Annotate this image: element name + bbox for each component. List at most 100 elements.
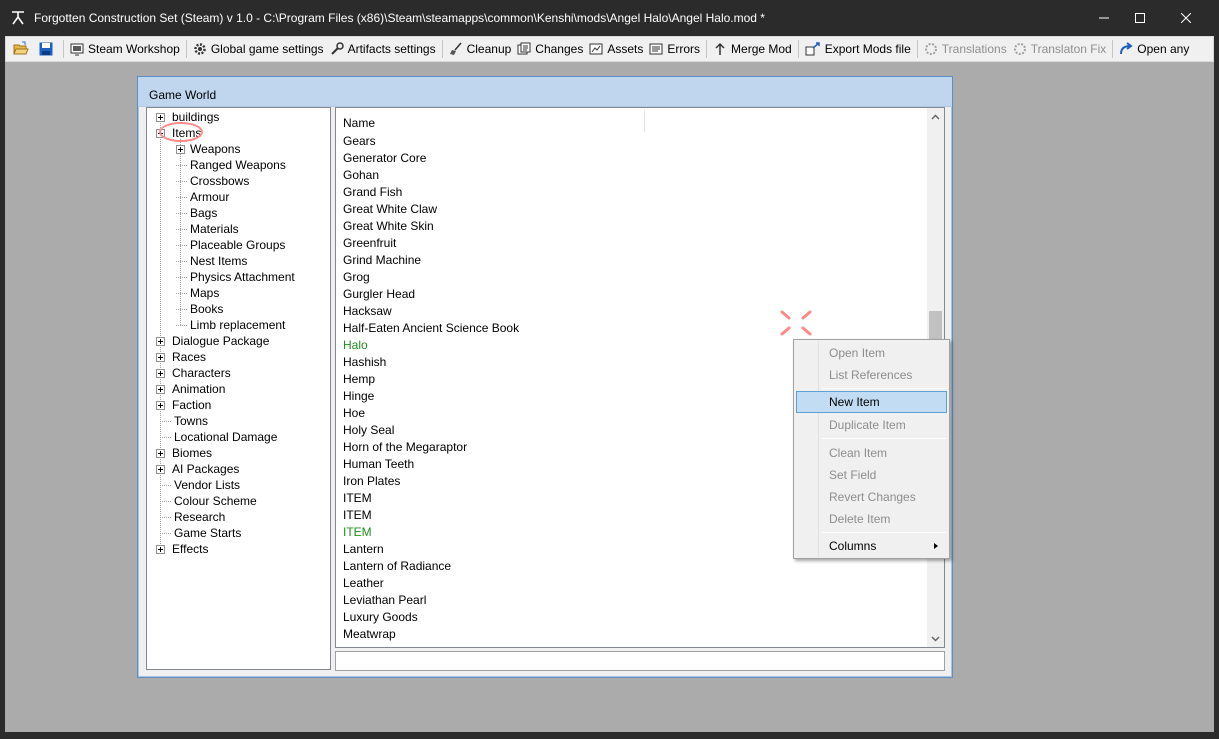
list-item[interactable]: Meatwrap bbox=[343, 626, 396, 643]
expand-icon[interactable] bbox=[156, 448, 165, 458]
list-item[interactable]: Human Teeth bbox=[343, 456, 414, 473]
tree-node-items-child[interactable]: Armour bbox=[176, 189, 231, 205]
list-item[interactable]: Leather bbox=[343, 575, 384, 592]
expand-icon[interactable] bbox=[156, 544, 165, 554]
assets-button[interactable]: Assets bbox=[586, 38, 646, 60]
child-window-titlebar[interactable]: Game World bbox=[138, 77, 952, 107]
tree-node-root[interactable]: Biomes bbox=[156, 445, 214, 461]
list-item[interactable]: ITEM bbox=[343, 507, 372, 524]
tree-node-buildings[interactable]: buildings bbox=[156, 109, 221, 125]
list-item[interactable]: Hacksaw bbox=[343, 303, 392, 320]
scroll-up-icon[interactable] bbox=[927, 108, 944, 125]
open-any-button[interactable]: Open any bbox=[1116, 38, 1192, 60]
category-tree[interactable]: buildings Items Weapons Ranged Weapons Cro… bbox=[146, 107, 331, 670]
list-item[interactable]: Gurgler Head bbox=[343, 286, 415, 303]
tree-node-root[interactable]: AI Packages bbox=[156, 461, 241, 477]
collapse-icon[interactable] bbox=[156, 128, 165, 138]
artifacts-settings-button[interactable]: Artifacts settings bbox=[327, 38, 439, 60]
tree-node-root[interactable]: Animation bbox=[156, 381, 227, 397]
tree-node-items-child[interactable]: Crossbows bbox=[176, 173, 251, 189]
filter-input[interactable] bbox=[335, 651, 945, 671]
merge-mod-button[interactable]: Merge Mod bbox=[710, 38, 795, 60]
translations-button[interactable]: Translations bbox=[921, 38, 1010, 60]
tree-node-root[interactable]: Game Starts bbox=[156, 525, 243, 541]
tree-node-root[interactable]: Faction bbox=[156, 397, 213, 413]
list-item[interactable]: Lantern of Radiance bbox=[343, 558, 451, 575]
list-item[interactable]: Lantern bbox=[343, 541, 384, 558]
menu-new-item[interactable]: New Item bbox=[796, 391, 947, 413]
menu-open-item[interactable]: Open Item bbox=[796, 342, 947, 364]
list-item[interactable]: Hoe bbox=[343, 405, 365, 422]
list-item[interactable]: Gohan bbox=[343, 167, 379, 184]
list-item[interactable]: Hashish bbox=[343, 354, 386, 371]
tree-node-items-child[interactable]: Ranged Weapons bbox=[176, 157, 288, 173]
global-settings-button[interactable]: Global game settings bbox=[190, 38, 327, 60]
list-item[interactable]: Greenfruit bbox=[343, 235, 396, 252]
errors-button[interactable]: Errors bbox=[646, 38, 703, 60]
expand-icon[interactable] bbox=[156, 384, 165, 394]
list-item[interactable]: ITEM bbox=[343, 524, 372, 541]
tree-node-items-child[interactable]: Maps bbox=[176, 285, 221, 301]
menu-delete-item[interactable]: Delete Item bbox=[796, 508, 947, 530]
tree-node-items-child[interactable]: Limb replacement bbox=[176, 317, 287, 333]
menu-revert-changes[interactable]: Revert Changes bbox=[796, 486, 947, 508]
tree-node-items-child[interactable]: Materials bbox=[176, 221, 241, 237]
export-mods-button[interactable]: Export Mods file bbox=[802, 38, 914, 60]
tree-node-items[interactable]: Items bbox=[156, 125, 203, 141]
menu-clean-item[interactable]: Clean Item bbox=[796, 442, 947, 464]
tree-node-root[interactable]: Races bbox=[156, 349, 208, 365]
tree-node-root[interactable]: Research bbox=[156, 509, 227, 525]
menu-duplicate-item[interactable]: Duplicate Item bbox=[796, 414, 947, 436]
list-item[interactable]: Halo bbox=[343, 337, 368, 354]
menu-list-references[interactable]: List References bbox=[796, 364, 947, 386]
list-item[interactable]: ITEM bbox=[343, 490, 372, 507]
list-item[interactable]: Half-Eaten Ancient Science Book bbox=[343, 320, 519, 337]
close-icon[interactable] bbox=[1163, 0, 1209, 36]
cleanup-button[interactable]: Cleanup bbox=[446, 38, 515, 60]
expand-icon[interactable] bbox=[156, 400, 165, 410]
menu-set-field[interactable]: Set Field bbox=[796, 464, 947, 486]
tree-node-items-child[interactable]: Bags bbox=[176, 205, 219, 221]
steam-workshop-button[interactable]: Steam Workshop bbox=[67, 38, 183, 60]
column-header-name[interactable]: Name bbox=[343, 116, 375, 130]
menu-columns[interactable]: Columns bbox=[796, 535, 947, 557]
list-item[interactable]: Great White Skin bbox=[343, 218, 434, 235]
list-item[interactable]: Horn of the Megaraptor bbox=[343, 439, 467, 456]
expand-icon[interactable] bbox=[176, 144, 185, 154]
save-button[interactable] bbox=[36, 38, 60, 60]
tree-node-root[interactable]: Towns bbox=[156, 413, 210, 429]
tree-node-items-child[interactable]: Placeable Groups bbox=[176, 237, 287, 253]
column-divider[interactable] bbox=[644, 110, 645, 132]
tree-node-root[interactable]: Characters bbox=[156, 365, 233, 381]
list-item[interactable]: Gears bbox=[343, 133, 376, 150]
tree-node-root[interactable]: Locational Damage bbox=[156, 429, 279, 445]
tree-node-items-child[interactable]: Books bbox=[176, 301, 225, 317]
tree-node-root[interactable]: Dialogue Package bbox=[156, 333, 271, 349]
scroll-down-icon[interactable] bbox=[927, 630, 944, 647]
expand-icon[interactable] bbox=[156, 336, 165, 346]
open-file-button[interactable] bbox=[10, 38, 36, 60]
maximize-icon[interactable] bbox=[1117, 0, 1163, 36]
list-item[interactable]: Leviathan Pearl bbox=[343, 592, 426, 609]
tree-node-items-child[interactable]: Nest Items bbox=[176, 253, 249, 269]
expand-icon[interactable] bbox=[156, 352, 165, 362]
tree-node-root[interactable]: Effects bbox=[156, 541, 210, 557]
list-item[interactable]: Generator Core bbox=[343, 150, 426, 167]
list-item[interactable]: Hinge bbox=[343, 388, 374, 405]
list-item[interactable]: Grand Fish bbox=[343, 184, 402, 201]
list-item[interactable]: Great White Claw bbox=[343, 201, 437, 218]
tree-node-root[interactable]: Vendor Lists bbox=[156, 477, 242, 493]
changes-button[interactable]: Changes bbox=[514, 38, 586, 60]
list-item[interactable]: Iron Plates bbox=[343, 473, 400, 490]
expand-icon[interactable] bbox=[156, 112, 165, 122]
expand-icon[interactable] bbox=[156, 464, 165, 474]
list-item[interactable]: Grind Machine bbox=[343, 252, 421, 269]
list-item[interactable]: Luxury Goods bbox=[343, 609, 418, 626]
tree-node-items-child[interactable]: Weapons bbox=[176, 141, 242, 157]
tree-node-items-child[interactable]: Physics Attachment bbox=[176, 269, 297, 285]
tree-node-root[interactable]: Colour Scheme bbox=[156, 493, 259, 509]
translation-fix-button[interactable]: Translaton Fix bbox=[1010, 38, 1110, 60]
list-item[interactable]: Holy Seal bbox=[343, 422, 394, 439]
expand-icon[interactable] bbox=[156, 368, 165, 378]
list-item[interactable]: Grog bbox=[343, 269, 370, 286]
